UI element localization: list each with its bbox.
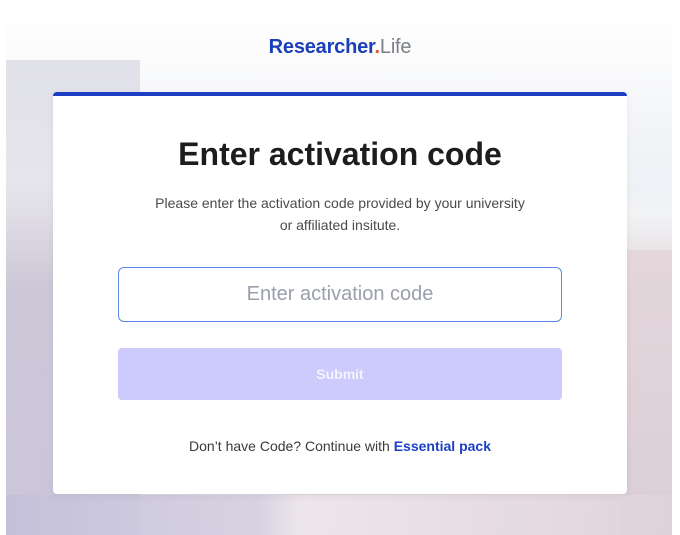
submit-button[interactable]: Submit [118, 348, 562, 400]
background-blur-bottom [0, 495, 680, 535]
essential-pack-prompt: Don’t have Code? Continue with Essential… [53, 438, 627, 454]
instruction-text: Please enter the activation code provide… [155, 195, 525, 233]
logo-brand-text: Researcher [268, 36, 375, 58]
window-edge-left [0, 0, 6, 535]
background-blur-right [620, 250, 680, 535]
window-edge-right [672, 0, 680, 535]
page-title: Enter activation code [178, 136, 502, 172]
activation-card: Enter activation code Please enter the a… [53, 92, 627, 494]
researcher-life-logo[interactable]: Researcher.Life [0, 36, 680, 59]
footer-prefix-text: Don’t have Code? Continue with [189, 438, 390, 454]
essential-pack-link[interactable]: Essential pack [394, 438, 491, 454]
logo-suffix-text: Life [379, 36, 412, 58]
activation-code-input[interactable] [118, 267, 562, 322]
